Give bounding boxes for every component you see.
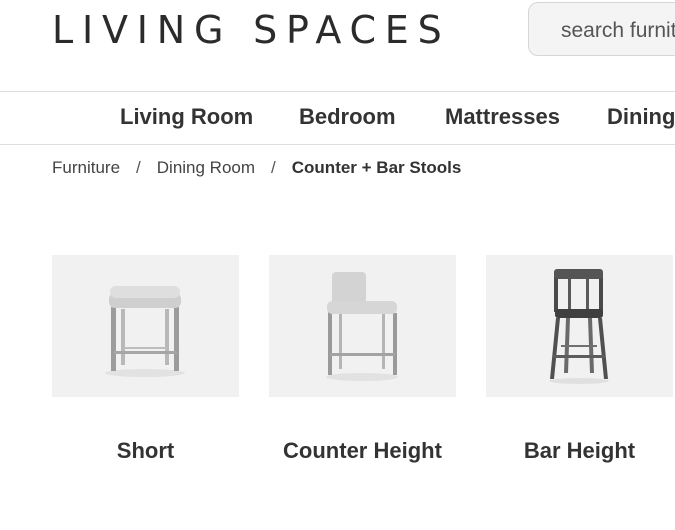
breadcrumb-current: Counter + Bar Stools [291,158,462,177]
category-card-counter-height[interactable]: Counter Height [269,255,456,463]
main-nav: Living Room Bedroom Mattresses Dining [0,91,675,145]
category-label-counter-height[interactable]: Counter Height [269,438,456,464]
category-card-short[interactable]: Short [52,255,239,463]
breadcrumb-separator: / [271,158,276,177]
breadcrumb-separator: / [136,158,141,177]
nav-item-bedroom[interactable]: Bedroom [299,104,396,130]
category-image-counter-height[interactable] [269,255,456,397]
counter-stool-icon [326,272,398,381]
backless-stool-icon [105,286,185,377]
breadcrumb-furniture[interactable]: Furniture [52,158,120,178]
category-label-bar-height[interactable]: Bar Height [486,438,673,464]
category-image-bar-height[interactable] [486,255,673,397]
metal-bar-stool-icon [549,269,609,384]
search-input[interactable] [559,17,675,45]
category-image-short[interactable] [52,255,239,397]
category-card-bar-height[interactable]: Bar Height [486,255,673,463]
living-spaces-logo[interactable]: LIVING SPACES [52,8,451,52]
nav-item-mattresses[interactable]: Mattresses [445,104,560,130]
breadcrumb-dining-room[interactable]: Dining Room [157,158,255,178]
category-label-short[interactable]: Short [52,438,239,464]
search-box[interactable] [528,2,675,56]
nav-item-dining[interactable]: Dining [607,104,675,130]
breadcrumb: Furniture / Dining Room / Counter + Bar … [52,158,461,178]
nav-item-living-room[interactable]: Living Room [120,104,253,130]
